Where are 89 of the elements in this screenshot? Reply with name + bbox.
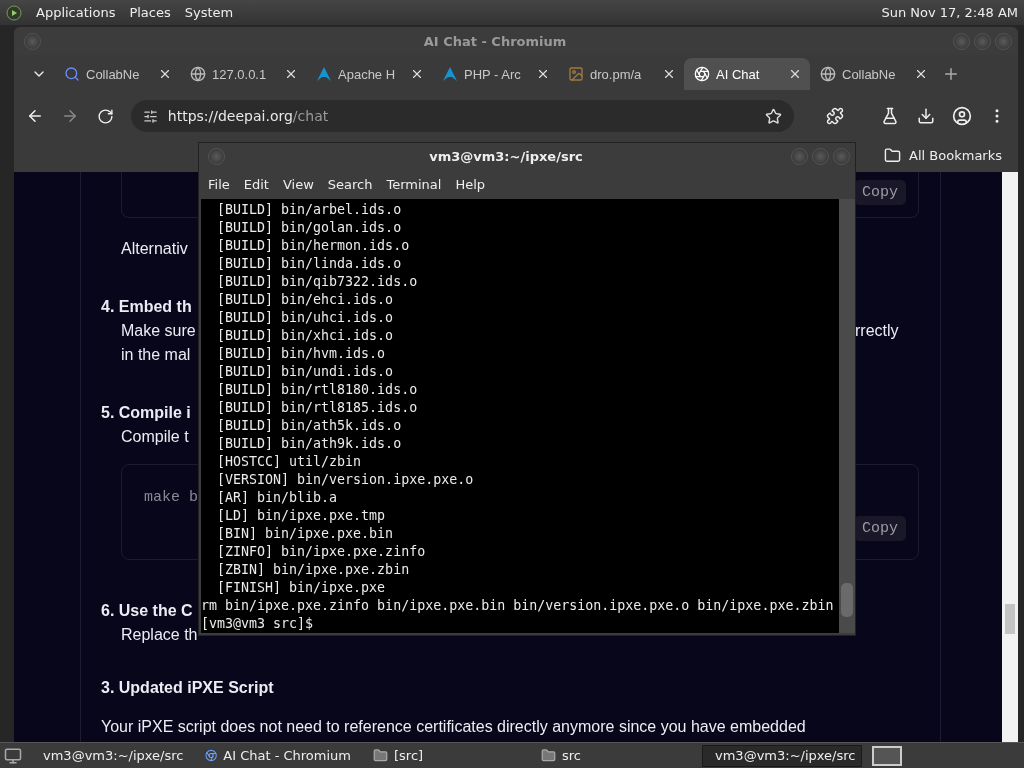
terminal-line: rm bin/ipxe.pxe.zinfo bin/ipxe.pxe.bin bin/version.ipxe.pxe.o bin/ipxe.pxe.zbin [201,597,835,615]
terminal-line: [BUILD] bin/uhci.ids.o [216,309,395,327]
terminal-line: [VERSION] bin/version.ipxe.pxe.o [216,471,475,489]
close-icon[interactable] [158,67,172,81]
address-bar[interactable]: https://deepai.org/chat [130,100,795,132]
chat-text: 3. Updated iPXE Script [101,678,274,698]
folder-icon [884,147,902,164]
terminal-line: [BUILD] bin/rtl8180.ids.o [216,381,419,399]
menu-item[interactable]: Edit [236,177,276,193]
terminal-line: [BUILD] bin/ehci.ids.o [216,291,395,309]
search-icon [64,66,80,82]
chat-text: 5. Compile i [101,403,191,423]
flask-icon[interactable] [881,107,900,125]
menu-item[interactable]: Search [320,177,380,193]
scrollbar[interactable] [1002,172,1018,742]
globe-icon [820,66,836,82]
chat-text: Compile t [121,427,189,447]
panel-menu[interactable]: Applications [36,5,116,20]
terminal-line: [BUILD] bin/ath5k.ids.o [216,417,403,435]
terminal-line: [BUILD] bin/xhci.ids.o [216,327,395,345]
terminal-line: [BUILD] bin/linda.ids.o [216,255,403,273]
chat-text: rrectly [855,321,899,341]
window-title: vm3@vm3:~/ipxe/src [428,149,584,165]
all-bookmarks-link[interactable]: All Bookmarks [884,147,1002,164]
terminal-line: [BUILD] bin/undi.ids.o [216,363,395,381]
folder-icon [373,748,388,763]
taskbar-item[interactable]: src [534,744,694,767]
panel-menu[interactable]: Places [129,5,171,20]
terminal-line: [BUILD] bin/qib7322.ids.o [216,273,419,291]
show-desktop-icon[interactable] [4,746,22,765]
copy-button[interactable]: Copy [854,180,906,205]
globe-icon [190,66,206,82]
close-icon[interactable] [914,67,928,81]
triangle-icon [316,66,332,82]
taskbar-item[interactable]: [src] [366,744,526,767]
new-tab-icon[interactable] [942,65,960,83]
menu-item[interactable]: Terminal [379,177,449,193]
triangle-icon [442,66,458,82]
terminal-line: [ZINFO] bin/ipxe.pxe.zinfo [216,543,427,561]
close-icon[interactable] [662,67,676,81]
copy-button[interactable]: Copy [854,516,906,541]
terminal-line: [HOSTCC] util/zbin [216,453,363,471]
terminal-line: [ZBIN] bin/ipxe.pxe.zbin [216,561,411,579]
image-icon [568,66,584,82]
clock: Sun Nov 17, 2:48 AM [881,5,1018,20]
menu-item[interactable]: View [275,177,321,193]
browser-tab[interactable]: AI Chat [684,58,810,90]
terminal-line: [LD] bin/ipxe.pxe.tmp [216,507,387,525]
terminal-line: [BUILD] bin/ath9k.ids.o [216,435,403,453]
menu-item[interactable]: File [201,177,237,193]
logo-icon[interactable] [6,4,22,21]
workspace-switcher[interactable] [872,745,902,766]
chat-text: Make sure [121,321,196,341]
profile-icon[interactable] [951,106,972,126]
chat-text: in the mal [121,345,191,365]
terminal-line: [BUILD] bin/rtl8185.ids.o [216,399,419,417]
folder-icon [541,748,556,763]
terminal-line: [BUILD] bin/hermon.ids.o [216,237,411,255]
code-text: make b [143,488,198,506]
terminal-line: [BUILD] bin/hvm.ids.o [216,345,387,363]
taskbar-item[interactable]: vm3@vm3:~/ipxe/src [30,744,190,767]
terminal-line: [AR] bin/blib.a [216,489,339,507]
aperture-icon [694,66,710,82]
panel-menu[interactable]: System [184,5,234,20]
close-icon[interactable] [788,67,802,81]
reload-icon[interactable] [97,107,115,125]
scrollbar[interactable] [839,199,855,633]
chat-text: Replace th [121,625,198,645]
close-icon[interactable] [536,67,550,81]
taskbar-item[interactable]: AI Chat - Chromium [198,744,358,767]
menu-item[interactable]: Help [448,177,493,193]
browser-icon [205,748,218,763]
terminal-line: [FINISH] bin/ipxe.pxe [216,579,387,597]
terminal-line: [BIN] bin/ipxe.pxe.bin [216,525,395,543]
chat-text: Alternativ [121,239,188,259]
terminal-line: [vm3@vm3 src]$ [201,615,315,633]
window-title: AI Chat - Chromium [422,33,568,49]
chat-text: Your iPXE script does not need to reference certificates directly anymore since you have embedded [101,717,806,737]
star-icon[interactable] [765,107,783,125]
terminal-line: [BUILD] bin/arbel.ids.o [216,201,403,219]
tune-icon[interactable] [142,108,158,124]
close-icon[interactable] [284,67,298,81]
terminal-line: [BUILD] bin/golan.ids.o [216,219,403,237]
chat-text: 6. Use the C [101,601,193,621]
puzzle-icon[interactable] [825,107,844,125]
taskbar-item[interactable]: vm3@vm3:~/ipxe/src [702,744,862,767]
download-icon[interactable] [916,107,935,125]
chat-text: 4. Embed th [101,297,192,317]
close-icon[interactable] [410,67,424,81]
